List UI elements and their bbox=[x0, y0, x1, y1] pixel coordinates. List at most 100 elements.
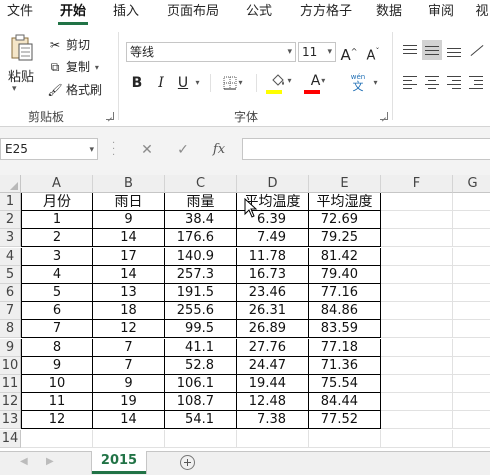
cell-B9[interactable]: 7 bbox=[93, 338, 165, 357]
cell-G7[interactable] bbox=[453, 302, 490, 321]
cell-G11[interactable] bbox=[453, 375, 490, 393]
cell-C3[interactable]: 176.6 bbox=[165, 229, 237, 248]
cell-A13[interactable]: 12 bbox=[21, 411, 93, 430]
cell-B3[interactable]: 14 bbox=[93, 229, 165, 248]
tab-data[interactable]: 数据 bbox=[372, 0, 406, 26]
cell-A4[interactable]: 3 bbox=[21, 247, 93, 266]
tab-formulas[interactable]: 公式 bbox=[242, 0, 276, 26]
row-header-1[interactable]: 1 bbox=[0, 193, 21, 211]
cell-B8[interactable]: 12 bbox=[93, 320, 165, 339]
cell-E14[interactable] bbox=[309, 429, 381, 448]
cell-B6[interactable]: 13 bbox=[93, 284, 165, 302]
cell-A8[interactable]: 7 bbox=[21, 320, 93, 339]
format-painter-button[interactable]: 🖌 格式刷 bbox=[46, 81, 102, 99]
row-header-6[interactable]: 6 bbox=[0, 284, 21, 302]
cell-C2[interactable]: 38.4 bbox=[165, 211, 237, 230]
cell-A1[interactable]: 月份 bbox=[21, 193, 93, 211]
cell-C1[interactable]: 雨量 bbox=[165, 193, 237, 211]
font-size-select[interactable]: 11 ▾ bbox=[298, 42, 336, 62]
cell-F14[interactable] bbox=[381, 429, 453, 448]
cell-B2[interactable]: 9 bbox=[93, 211, 165, 230]
cell-B14[interactable] bbox=[93, 429, 165, 448]
cell-E5[interactable]: 79.40 bbox=[309, 265, 381, 284]
orientation-button[interactable] bbox=[466, 40, 486, 60]
cell-B5[interactable]: 14 bbox=[93, 265, 165, 284]
cell-C5[interactable]: 257.3 bbox=[165, 265, 237, 284]
name-box[interactable]: E25 ▾ bbox=[0, 138, 98, 160]
cell-E9[interactable]: 77.18 bbox=[309, 338, 381, 357]
cell-G4[interactable] bbox=[453, 248, 490, 266]
formula-input[interactable] bbox=[242, 138, 490, 160]
cell-B10[interactable]: 7 bbox=[93, 356, 165, 375]
cell-B12[interactable]: 19 bbox=[93, 393, 165, 412]
cell-F3[interactable] bbox=[381, 229, 453, 248]
tab-fangfang[interactable]: 方方格子 bbox=[296, 0, 356, 26]
cell-A11[interactable]: 10 bbox=[21, 375, 93, 393]
cell-G6[interactable] bbox=[453, 284, 490, 302]
scroll-right-icon[interactable]: ▶ bbox=[46, 456, 54, 467]
copy-dropdown-arrow[interactable]: ▾ bbox=[95, 63, 99, 72]
cell-G3[interactable] bbox=[453, 229, 490, 248]
cell-E3[interactable]: 79.25 bbox=[309, 229, 381, 248]
cell-G10[interactable] bbox=[453, 357, 490, 375]
shrink-font-button[interactable]: Aˇ bbox=[364, 41, 382, 63]
cell-E12[interactable]: 84.44 bbox=[309, 393, 381, 412]
cell-G14[interactable] bbox=[453, 430, 490, 448]
row-header-2[interactable]: 2 bbox=[0, 211, 21, 230]
cell-A3[interactable]: 2 bbox=[21, 229, 93, 248]
decrease-indent-button[interactable] bbox=[466, 72, 486, 92]
cell-D5[interactable]: 16.73 bbox=[237, 265, 309, 284]
insert-function-icon[interactable]: fx bbox=[208, 140, 230, 160]
clipboard-launcher-icon[interactable] bbox=[106, 112, 114, 120]
cancel-icon[interactable]: ✕ bbox=[136, 140, 158, 160]
underline-button[interactable]: U bbox=[175, 72, 191, 94]
cell-F10[interactable] bbox=[381, 356, 453, 375]
phonetic-dropdown[interactable]: ▾ bbox=[370, 72, 380, 94]
align-bottom-button[interactable] bbox=[444, 40, 464, 60]
align-middle-button[interactable] bbox=[422, 40, 442, 60]
cell-G9[interactable] bbox=[453, 339, 490, 357]
cell-A2[interactable]: 1 bbox=[21, 211, 93, 230]
cell-C10[interactable]: 52.8 bbox=[165, 356, 237, 375]
cell-D10[interactable]: 24.47 bbox=[237, 356, 309, 375]
cell-A7[interactable]: 6 bbox=[21, 302, 93, 321]
select-all-corner[interactable] bbox=[0, 175, 21, 193]
align-top-button[interactable] bbox=[400, 40, 420, 60]
cell-D3[interactable]: 7.49 bbox=[237, 229, 309, 248]
tab-view[interactable]: 视 bbox=[474, 0, 490, 26]
row-header-3[interactable]: 3 bbox=[0, 229, 21, 248]
cell-C9[interactable]: 41.1 bbox=[165, 338, 237, 357]
cut-button[interactable]: ✂ 剪切 bbox=[46, 36, 90, 54]
cell-C7[interactable]: 255.6 bbox=[165, 302, 237, 321]
cell-D7[interactable]: 26.31 bbox=[237, 302, 309, 321]
column-header-G[interactable]: G bbox=[453, 175, 490, 193]
fill-color-button[interactable]: ▾ bbox=[264, 70, 298, 92]
cell-A14[interactable] bbox=[21, 429, 93, 448]
cell-D11[interactable]: 19.44 bbox=[237, 375, 309, 393]
enter-icon[interactable]: ✓ bbox=[172, 140, 194, 160]
column-header-E[interactable]: E bbox=[309, 175, 381, 193]
cell-C6[interactable]: 191.5 bbox=[165, 284, 237, 302]
cell-D9[interactable]: 27.76 bbox=[237, 338, 309, 357]
cell-F1[interactable] bbox=[381, 193, 453, 211]
cell-A6[interactable]: 5 bbox=[21, 284, 93, 302]
row-header-14[interactable]: 14 bbox=[0, 429, 21, 448]
tab-page-layout[interactable]: 页面布局 bbox=[162, 0, 224, 26]
cell-F8[interactable] bbox=[381, 320, 453, 339]
cell-D4[interactable]: 11.78 bbox=[237, 247, 309, 266]
cell-B1[interactable]: 雨日 bbox=[93, 193, 165, 211]
cell-F5[interactable] bbox=[381, 265, 453, 284]
cell-B13[interactable]: 14 bbox=[93, 411, 165, 430]
column-header-B[interactable]: B bbox=[93, 175, 165, 193]
cell-E11[interactable]: 75.54 bbox=[309, 375, 381, 393]
row-header-9[interactable]: 9 bbox=[0, 338, 21, 357]
align-left-button[interactable] bbox=[400, 72, 420, 92]
cell-A5[interactable]: 4 bbox=[21, 265, 93, 284]
cell-E10[interactable]: 71.36 bbox=[309, 356, 381, 375]
cell-F12[interactable] bbox=[381, 393, 453, 412]
cell-A10[interactable]: 9 bbox=[21, 356, 93, 375]
cell-F4[interactable] bbox=[381, 247, 453, 266]
cell-C14[interactable] bbox=[165, 429, 237, 448]
cell-E8[interactable]: 83.59 bbox=[309, 320, 381, 339]
font-launcher-icon[interactable] bbox=[380, 112, 388, 120]
